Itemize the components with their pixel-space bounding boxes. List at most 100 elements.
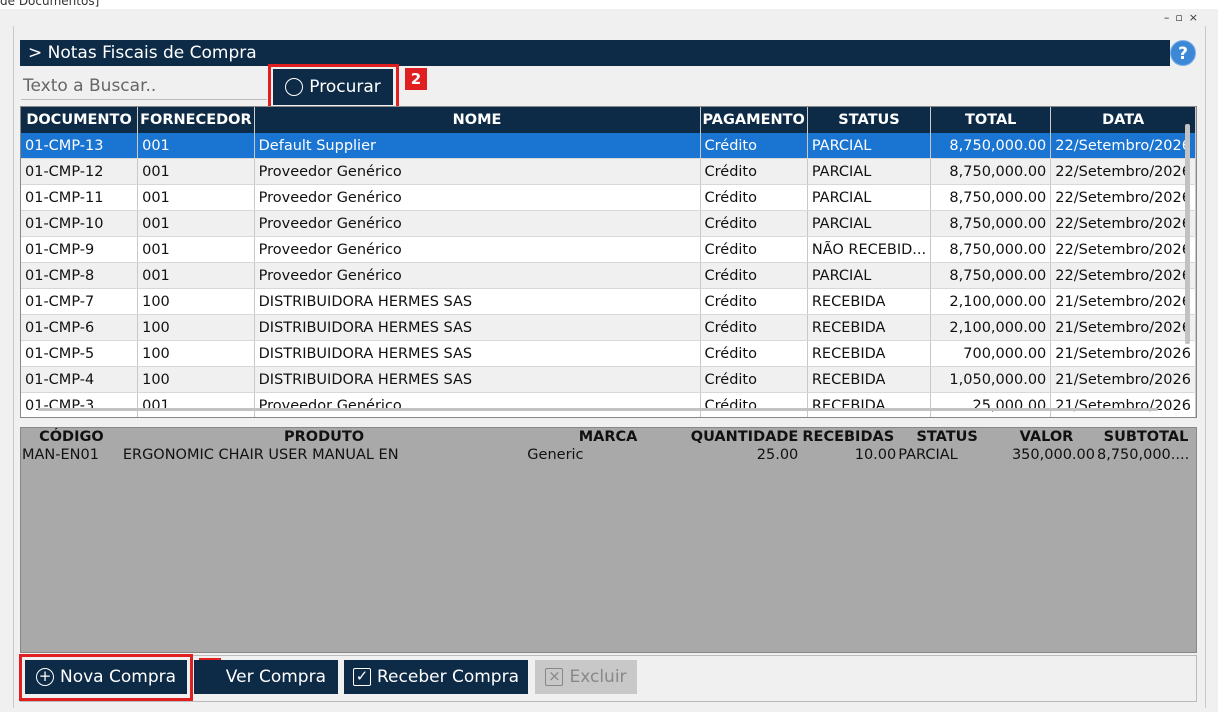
table-row[interactable]: 01-CMP-9 001 Proveedor Genérico Crédito NÃO … — [21, 236, 1196, 263]
table-cell: 001 — [137, 210, 255, 237]
column-header[interactable]: NOME — [254, 107, 701, 133]
column-header[interactable]: QUANTIDADE — [690, 428, 800, 446]
table-cell: RECEBIDA — [807, 392, 932, 417]
table-row[interactable]: 01-CMP-13 001 Default Supplier Crédito PARCI… — [21, 133, 1196, 159]
table-row[interactable]: 01-CMP-12 001 Proveedor Genérico Crédito PAR… — [21, 158, 1196, 185]
table-cell: 25.00 — [756, 447, 799, 463]
column-header[interactable]: PRODUTO — [122, 428, 526, 446]
table-cell: 01-CMP-6 — [21, 314, 139, 341]
table-cell: 21/Setembro/2026 — [1050, 392, 1196, 417]
table-cell: 01-CMP-11 — [21, 184, 139, 211]
table-cell: 001 — [137, 262, 255, 289]
table-cell: 100 — [137, 340, 255, 367]
table-cell: 100 — [137, 314, 255, 341]
table-cell: Proveedor Genérico — [254, 236, 701, 263]
table-cell: Crédito — [700, 133, 808, 159]
table-cell: 21/Setembro/2026 — [1050, 314, 1196, 341]
table-cell: 01-CMP-9 — [21, 236, 139, 263]
column-header[interactable]: CÓDIGO — [21, 428, 122, 446]
table-row[interactable]: 01-CMP-10 001 Proveedor Genérico Crédito PAR… — [21, 210, 1196, 237]
window-controls: –▫× — [1164, 11, 1204, 24]
table-cell: 22/Setembro/2026 — [1050, 210, 1196, 237]
receber-compra-button[interactable]: ✓ Receber Compra — [344, 660, 528, 694]
table-cell: NÃO RECEBID... — [807, 236, 932, 263]
table-cell: 01-CMP-10 — [21, 210, 139, 237]
search-input[interactable]: Texto a Buscar.. — [21, 72, 267, 100]
table-cell: Generic — [527, 447, 584, 463]
items-table[interactable]: CÓDIGO PRODUTO MARCA QUANTIDADE RECEBIDAS STA… — [20, 427, 1197, 653]
table-cell: 01-CMP-3 — [21, 392, 139, 417]
table-cell: 8,750,000.00 — [930, 184, 1052, 211]
table-cell: 25,000.00 — [930, 392, 1052, 417]
column-header[interactable]: DOCUMENTO — [21, 107, 139, 133]
page-title: > Notas Fiscais de Compra — [20, 40, 1170, 66]
table-cell: Crédito — [700, 184, 808, 211]
purchases-table[interactable]: DOCUMENTO FORNECEDOR NOME PAGAMENTO STATUS TO… — [20, 106, 1197, 418]
receber-compra-label: Receber Compra — [377, 667, 519, 687]
column-header[interactable]: MARCA — [526, 428, 689, 446]
table-cell: Crédito — [700, 314, 808, 341]
column-header[interactable]: STATUS — [897, 428, 997, 446]
horizontal-scrollbar[interactable] — [38, 408, 1158, 411]
table-cell: Crédito — [700, 210, 808, 237]
table-header: CÓDIGO PRODUTO MARCA QUANTIDADE RECEBIDAS STA… — [21, 428, 1196, 446]
table-cell: Proveedor Genérico — [254, 210, 701, 237]
table-cell: PARCIAL — [898, 447, 958, 463]
table-cell: Crédito — [700, 366, 808, 393]
table-cell: 001 — [137, 133, 255, 159]
table-row[interactable]: MAN-EN01 ERGONOMIC CHAIR USER MANUAL EN Ge… — [21, 446, 1196, 464]
table-cell: RECEBIDA — [807, 366, 932, 393]
table-cell: Crédito — [700, 262, 808, 289]
table-cell: 350,000.00 — [1011, 447, 1095, 463]
table-cell: Default Supplier — [254, 133, 701, 159]
table-row[interactable]: 01-CMP-3 001 Proveedor Genérico Crédito RECE… — [21, 392, 1196, 417]
table-cell: 01-CMP-5 — [21, 340, 139, 367]
table-cell: 700,000.00 — [930, 340, 1052, 367]
table-cell: 22/Setembro/2026 — [1050, 133, 1196, 159]
column-header[interactable]: VALOR — [997, 428, 1096, 446]
column-header[interactable]: TOTAL — [930, 107, 1052, 133]
column-header[interactable]: PAGAMENTO — [700, 107, 808, 133]
table-row[interactable]: 01-CMP-7 100 DISTRIBUIDORA HERMES SAS Crédi… — [21, 288, 1196, 315]
table-cell: Crédito — [700, 236, 808, 263]
table-cell: RECEBIDA — [807, 288, 932, 315]
vertical-scrollbar[interactable] — [1185, 124, 1190, 344]
column-header[interactable]: DATA — [1050, 107, 1196, 133]
table-row[interactable]: 01-CMP-4 100 DISTRIBUIDORA HERMES SAS Crédi… — [21, 366, 1196, 393]
table-cell: Crédito — [700, 340, 808, 367]
table-cell: 22/Setembro/2026 — [1050, 158, 1196, 185]
table-cell: DISTRIBUIDORA HERMES SAS — [254, 366, 701, 393]
table-cell: PARCIAL — [807, 210, 932, 237]
ver-compra-button[interactable]: Ver Compra — [194, 660, 338, 694]
table-cell: 001 — [137, 392, 255, 417]
restore-icon[interactable]: ▫ — [1175, 11, 1188, 24]
table-cell: 100 — [137, 288, 255, 315]
table-row[interactable]: 01-CMP-5 100 DISTRIBUIDORA HERMES SAS Crédi… — [21, 340, 1196, 367]
highlight-box-1 — [19, 654, 193, 701]
table-row[interactable]: 01-CMP-8 001 Proveedor Genérico Crédito PARC… — [21, 262, 1196, 289]
table-cell: 2,100,000.00 — [930, 288, 1052, 315]
table-cell: 8,750,000.00 — [930, 158, 1052, 185]
excluir-label: Excluir — [569, 667, 627, 687]
excluir-button[interactable]: × Excluir — [535, 660, 637, 694]
table-cell: Proveedor Genérico — [254, 262, 701, 289]
close-icon[interactable]: × — [1189, 11, 1204, 24]
ver-compra-label: Ver Compra — [225, 667, 326, 687]
minimize-icon[interactable]: – — [1164, 11, 1176, 24]
table-row[interactable]: 01-CMP-6 100 DISTRIBUIDORA HERMES SAS Crédi… — [21, 314, 1196, 341]
column-header[interactable]: STATUS — [807, 107, 932, 133]
help-icon[interactable]: ? — [1170, 40, 1196, 66]
highlight-box-2 — [268, 64, 399, 110]
column-header[interactable]: RECEBIDAS — [799, 428, 897, 446]
table-cell: 01-CMP-12 — [21, 158, 139, 185]
table-row[interactable]: 01-CMP-11 001 Proveedor Genérico Crédito PAR… — [21, 184, 1196, 211]
column-header[interactable]: FORNECEDOR — [137, 107, 255, 133]
table-cell: PARCIAL — [807, 184, 932, 211]
table-cell: 22/Setembro/2026 — [1050, 236, 1196, 263]
table-cell: RECEBIDA — [807, 340, 932, 367]
table-cell: Proveedor Genérico — [254, 184, 701, 211]
column-header[interactable]: SUBTOTAL — [1096, 428, 1196, 446]
table-cell: Proveedor Genérico — [254, 158, 701, 185]
table-cell: Crédito — [700, 158, 808, 185]
table-cell: 10.00 — [854, 447, 897, 463]
